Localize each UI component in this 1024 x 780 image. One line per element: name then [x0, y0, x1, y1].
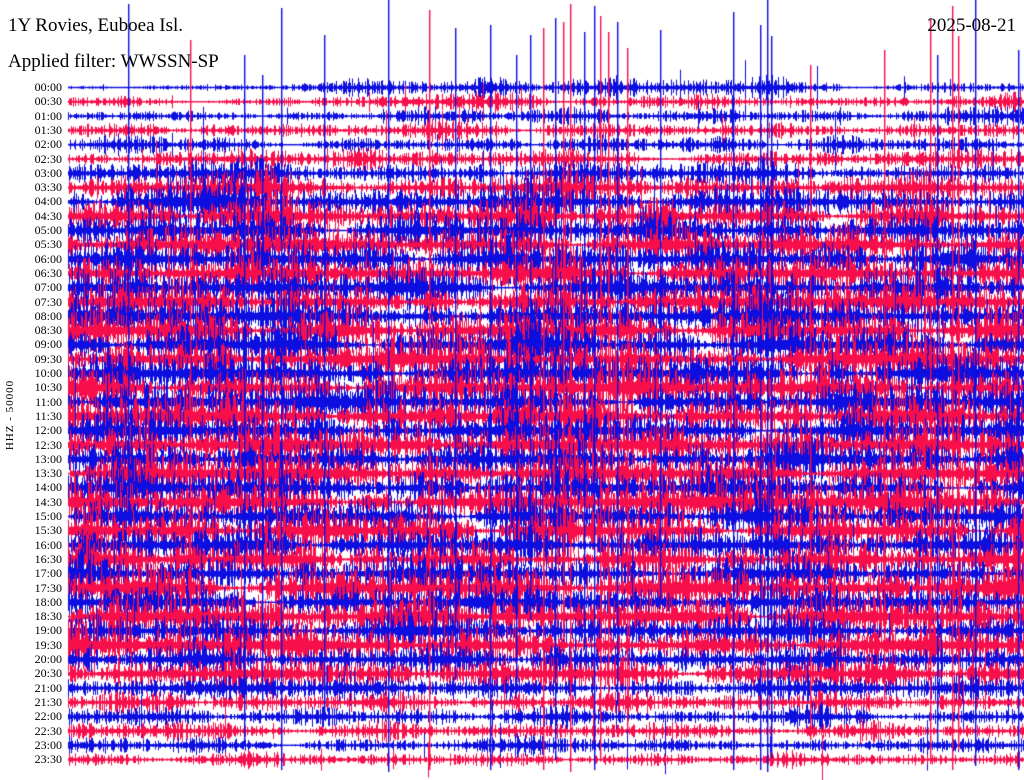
time-label-21:30: 21:30 — [34, 694, 62, 709]
time-label-19:30: 19:30 — [34, 637, 62, 652]
time-label-08:30: 08:30 — [34, 323, 62, 338]
time-label-04:00: 04:00 — [34, 194, 62, 209]
time-label-02:30: 02:30 — [34, 151, 62, 166]
time-label-01:30: 01:30 — [34, 122, 62, 137]
time-label-17:00: 17:00 — [34, 566, 62, 581]
time-label-21:00: 21:00 — [34, 680, 62, 695]
time-label-01:00: 01:00 — [34, 108, 62, 123]
time-label-05:30: 05:30 — [34, 237, 62, 252]
time-label-00:00: 00:00 — [34, 80, 62, 94]
time-label-06:30: 06:30 — [34, 265, 62, 280]
time-label-03:30: 03:30 — [34, 180, 62, 195]
time-label-13:00: 13:00 — [34, 451, 62, 466]
time-label-20:00: 20:00 — [34, 652, 62, 666]
seismogram-canvas — [0, 0, 1024, 780]
time-label-14:30: 14:30 — [34, 494, 62, 509]
time-label-00:30: 00:30 — [34, 94, 62, 109]
time-label-22:30: 22:30 — [34, 723, 62, 738]
time-label-15:00: 15:00 — [34, 509, 62, 523]
time-label-07:00: 07:00 — [34, 280, 62, 295]
time-label-14:00: 14:00 — [34, 480, 62, 495]
time-label-16:30: 16:30 — [34, 551, 62, 566]
time-label-04:30: 04:30 — [34, 208, 62, 223]
time-label-06:00: 06:00 — [34, 251, 62, 266]
time-label-23:00: 23:00 — [34, 737, 62, 752]
helicorder-plot: 1Y Rovies, Euboea Isl. 2025-08-21 Applie… — [0, 0, 1024, 780]
time-label-10:30: 10:30 — [34, 380, 62, 395]
time-label-03:00: 03:00 — [34, 165, 62, 180]
time-label-20:30: 20:30 — [34, 666, 62, 681]
time-label-05:00: 05:00 — [34, 223, 62, 237]
time-label-09:30: 09:30 — [34, 351, 62, 366]
applied-filter-label: Applied filter: WWSSN-SP — [8, 51, 219, 72]
station-title: 1Y Rovies, Euboea Isl. — [8, 15, 184, 36]
time-label-11:00: 11:00 — [35, 394, 62, 409]
time-label-18:00: 18:00 — [34, 594, 62, 609]
time-label-16:00: 16:00 — [34, 537, 62, 552]
time-label-07:30: 07:30 — [34, 294, 62, 309]
time-label-12:00: 12:00 — [34, 423, 62, 438]
time-label-13:30: 13:30 — [34, 466, 62, 481]
plot-date: 2025-08-21 — [927, 15, 1016, 36]
time-label-22:00: 22:00 — [34, 709, 62, 724]
time-label-23:30: 23:30 — [34, 752, 62, 767]
time-label-18:30: 18:30 — [34, 609, 62, 624]
time-label-19:00: 19:00 — [34, 623, 62, 638]
time-label-17:30: 17:30 — [34, 580, 62, 595]
time-label-12:30: 12:30 — [34, 437, 62, 452]
time-label-11:30: 11:30 — [35, 408, 62, 423]
time-label-10:00: 10:00 — [34, 366, 62, 380]
time-label-09:00: 09:00 — [34, 337, 62, 352]
time-label-15:30: 15:30 — [34, 523, 62, 538]
time-label-02:00: 02:00 — [34, 137, 62, 152]
time-label-08:00: 08:00 — [34, 308, 62, 323]
